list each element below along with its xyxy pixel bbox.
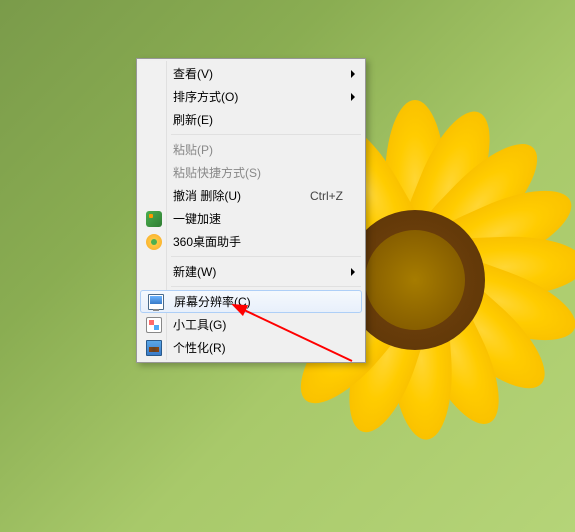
menu-item-label: 新建(W): [173, 263, 343, 280]
menu-item-label: 屏幕分辨率(C): [174, 293, 341, 310]
menu-item-paste-shortcut: 粘贴快捷方式(S): [139, 161, 363, 184]
desktop-helper-icon: [146, 234, 162, 250]
submenu-arrow-icon: [351, 93, 355, 101]
menu-separator: [171, 134, 361, 135]
menu-item-label: 撤消 删除(U): [173, 187, 290, 204]
personalize-icon: [146, 340, 162, 356]
accelerate-icon: [146, 211, 162, 227]
menu-item-label: 360桌面助手: [173, 233, 343, 250]
submenu-arrow-icon: [351, 268, 355, 276]
menu-separator: [171, 286, 361, 287]
menu-item-360-desktop[interactable]: 360桌面助手: [139, 230, 363, 253]
menu-item-label: 一键加速: [173, 210, 343, 227]
menu-item-360-accelerate[interactable]: 一键加速: [139, 207, 363, 230]
menu-item-refresh[interactable]: 刷新(E): [139, 108, 363, 131]
menu-item-label: 查看(V): [173, 65, 343, 82]
menu-item-label: 粘贴(P): [173, 141, 343, 158]
menu-item-shortcut: Ctrl+Z: [310, 189, 343, 203]
menu-item-label: 小工具(G): [173, 316, 343, 333]
menu-item-screen-resolution[interactable]: 屏幕分辨率(C): [140, 290, 362, 313]
menu-separator: [171, 256, 361, 257]
menu-item-new[interactable]: 新建(W): [139, 260, 363, 283]
menu-item-personalize[interactable]: 个性化(R): [139, 336, 363, 359]
menu-item-paste: 粘贴(P): [139, 138, 363, 161]
menu-item-label: 排序方式(O): [173, 88, 343, 105]
submenu-arrow-icon: [351, 70, 355, 78]
menu-item-view[interactable]: 查看(V): [139, 62, 363, 85]
monitor-icon: [148, 294, 164, 310]
menu-item-undo-delete[interactable]: 撤消 删除(U) Ctrl+Z: [139, 184, 363, 207]
menu-item-sort[interactable]: 排序方式(O): [139, 85, 363, 108]
menu-item-label: 粘贴快捷方式(S): [173, 164, 343, 181]
menu-item-label: 刷新(E): [173, 111, 343, 128]
gadget-icon: [146, 317, 162, 333]
menu-item-gadgets[interactable]: 小工具(G): [139, 313, 363, 336]
desktop-context-menu: 查看(V) 排序方式(O) 刷新(E) 粘贴(P) 粘贴快捷方式(S) 撤消 删…: [136, 58, 366, 363]
menu-item-label: 个性化(R): [173, 339, 343, 356]
